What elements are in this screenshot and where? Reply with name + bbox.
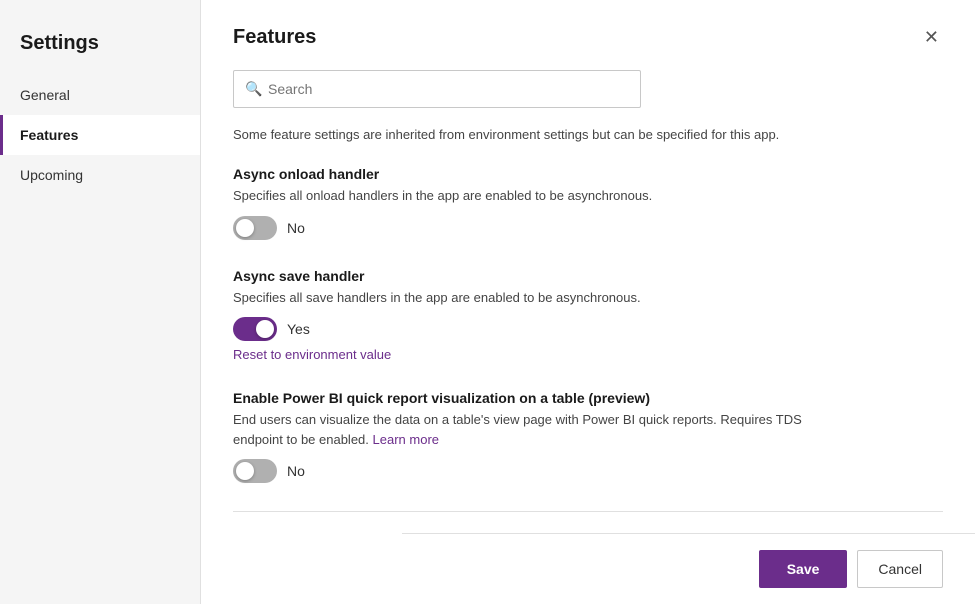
feature-desc-powerbi: End users can visualize the data on a ta… bbox=[233, 410, 813, 449]
save-button[interactable]: Save bbox=[759, 550, 848, 588]
sidebar-title: Settings bbox=[0, 20, 200, 75]
toggle-row-async-onload: No bbox=[233, 216, 943, 240]
search-container: 🔍 bbox=[233, 70, 943, 108]
main-panel: Features ✕ 🔍 Some feature settings are i… bbox=[201, 0, 975, 604]
main-scroll-area: 🔍 Some feature settings are inherited fr… bbox=[233, 70, 943, 604]
features-subtitle: Some feature settings are inherited from… bbox=[233, 126, 943, 144]
toggle-powerbi[interactable] bbox=[233, 459, 277, 483]
toggle-row-powerbi: No bbox=[233, 459, 943, 483]
page-title: Features bbox=[233, 26, 316, 49]
feature-powerbi: Enable Power BI quick report visualizati… bbox=[233, 390, 943, 483]
toggle-label-powerbi: No bbox=[287, 463, 305, 479]
main-header: Features ✕ bbox=[233, 24, 943, 50]
toggle-label-async-onload: No bbox=[287, 220, 305, 236]
search-icon: 🔍 bbox=[245, 81, 262, 98]
sidebar: Settings General Features Upcoming bbox=[0, 0, 201, 604]
sidebar-item-features[interactable]: Features bbox=[0, 115, 200, 155]
toggle-async-save[interactable] bbox=[233, 317, 277, 341]
cancel-button[interactable]: Cancel bbox=[857, 550, 943, 588]
reset-to-environment-link[interactable]: Reset to environment value bbox=[233, 347, 391, 362]
toggle-row-async-save: Yes bbox=[233, 317, 943, 341]
sidebar-item-general[interactable]: General bbox=[0, 75, 200, 115]
learn-more-link[interactable]: Learn more bbox=[373, 432, 439, 447]
feature-title-powerbi: Enable Power BI quick report visualizati… bbox=[233, 390, 943, 406]
feature-desc-async-onload: Specifies all onload handlers in the app… bbox=[233, 186, 813, 206]
toggle-async-onload[interactable] bbox=[233, 216, 277, 240]
feature-title-async-onload: Async onload handler bbox=[233, 166, 943, 182]
feature-desc-async-save: Specifies all save handlers in the app a… bbox=[233, 288, 813, 308]
search-input[interactable] bbox=[233, 70, 641, 108]
toggle-label-async-save: Yes bbox=[287, 321, 310, 337]
feature-title-async-save: Async save handler bbox=[233, 268, 943, 284]
settings-dialog: Settings General Features Upcoming Featu… bbox=[0, 0, 975, 604]
feature-async-onload: Async onload handler Specifies all onloa… bbox=[233, 166, 943, 240]
feature-async-save: Async save handler Specifies all save ha… bbox=[233, 268, 943, 363]
close-button[interactable]: ✕ bbox=[920, 24, 943, 50]
bottom-divider bbox=[233, 511, 943, 512]
sidebar-item-upcoming[interactable]: Upcoming bbox=[0, 155, 200, 195]
footer: Save Cancel bbox=[402, 533, 975, 604]
